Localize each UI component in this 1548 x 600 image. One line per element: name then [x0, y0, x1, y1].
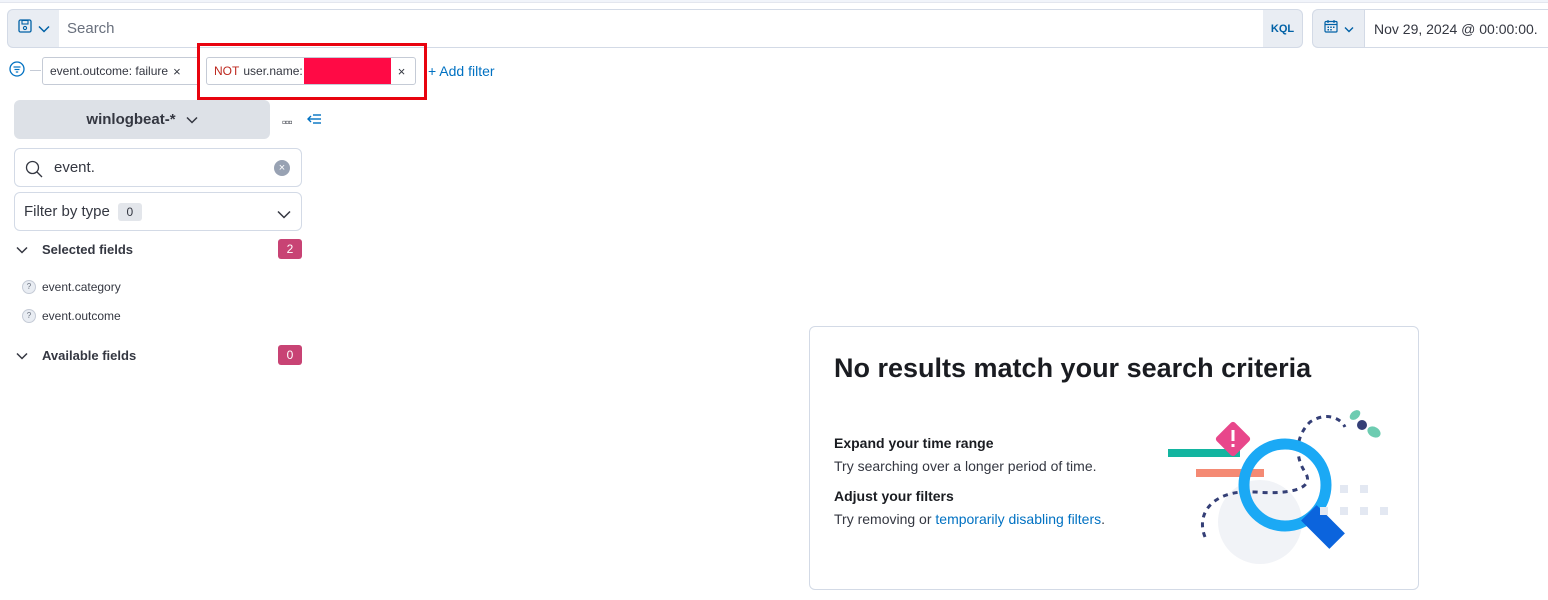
field-search-box[interactable]: ×	[14, 148, 302, 187]
index-pattern-selector[interactable]: winlogbeat-*	[14, 100, 270, 139]
field-name: event.outcome	[42, 309, 121, 323]
chevron-down-icon	[1344, 20, 1354, 38]
search-icon	[25, 160, 43, 183]
filter-by-type-button[interactable]: Filter by type 0	[14, 192, 302, 231]
close-icon[interactable]: ×	[173, 64, 181, 79]
index-pattern-label: winlogbeat-*	[86, 111, 176, 128]
date-quick-menu-button[interactable]	[1312, 9, 1365, 48]
tip-heading: Adjust your filters	[834, 488, 954, 504]
tip-text: .	[1101, 511, 1106, 527]
selected-fields-count-badge: 2	[278, 239, 302, 259]
no-results-panel: No results match your search criteria Ex…	[809, 326, 1419, 590]
available-fields-toggle[interactable]: Available fields 0	[16, 345, 302, 365]
available-fields-label: Available fields	[42, 347, 137, 363]
calendar-icon	[1324, 19, 1338, 38]
field-name: event.category	[42, 280, 121, 294]
selected-fields-label: Selected fields	[42, 241, 134, 257]
tip-heading: Expand your time range	[834, 435, 994, 451]
tip-body: Try searching over a longer period of ti…	[834, 458, 1097, 474]
top-border	[0, 0, 1548, 3]
collapse-sidebar-icon[interactable]	[306, 111, 322, 127]
filter-divider	[30, 70, 41, 71]
date-start-button[interactable]: Nov 29, 2024 @ 00:00:00.	[1364, 9, 1548, 48]
selected-fields-toggle[interactable]: Selected fields 2	[16, 239, 302, 259]
no-results-illustration	[1165, 407, 1395, 572]
highlight-annotation-box	[197, 43, 427, 100]
chevron-down-icon	[37, 20, 50, 38]
no-results-title: No results match your search criteria	[834, 353, 1312, 383]
filter-pill-label: event.outcome: failure	[50, 64, 169, 78]
field-list-item[interactable]: ? event.category	[22, 280, 121, 294]
add-filter-button[interactable]: + Add filter	[428, 63, 495, 79]
filter-by-type-label: Filter by type	[24, 203, 110, 220]
disable-filters-link[interactable]: temporarily disabling filters	[935, 511, 1101, 527]
tip-body: Try removing or temporarily disabling fi…	[834, 511, 1105, 527]
field-search-input[interactable]	[54, 159, 254, 176]
chevron-down-icon	[186, 111, 198, 128]
save-icon	[17, 19, 32, 38]
more-options-icon[interactable]: ▫▫▫	[282, 115, 293, 129]
question-icon: ?	[22, 309, 36, 323]
query-input[interactable]	[59, 10, 1264, 47]
saved-query-button[interactable]	[7, 9, 59, 48]
clear-icon[interactable]: ×	[274, 160, 290, 176]
query-language-button[interactable]: KQL	[1263, 9, 1303, 48]
filter-pill-outcome[interactable]: event.outcome: failure ×	[42, 57, 200, 85]
chevron-down-icon	[16, 242, 30, 257]
available-fields-count-badge: 0	[278, 345, 302, 365]
question-icon: ?	[22, 280, 36, 294]
filter-type-count-badge: 0	[117, 202, 142, 221]
filter-menu-icon[interactable]	[9, 61, 25, 77]
chevron-down-icon	[16, 348, 30, 363]
chevron-down-icon	[277, 206, 291, 223]
tip-text: Try removing or	[834, 511, 936, 527]
field-list-item[interactable]: ? event.outcome	[22, 309, 121, 323]
